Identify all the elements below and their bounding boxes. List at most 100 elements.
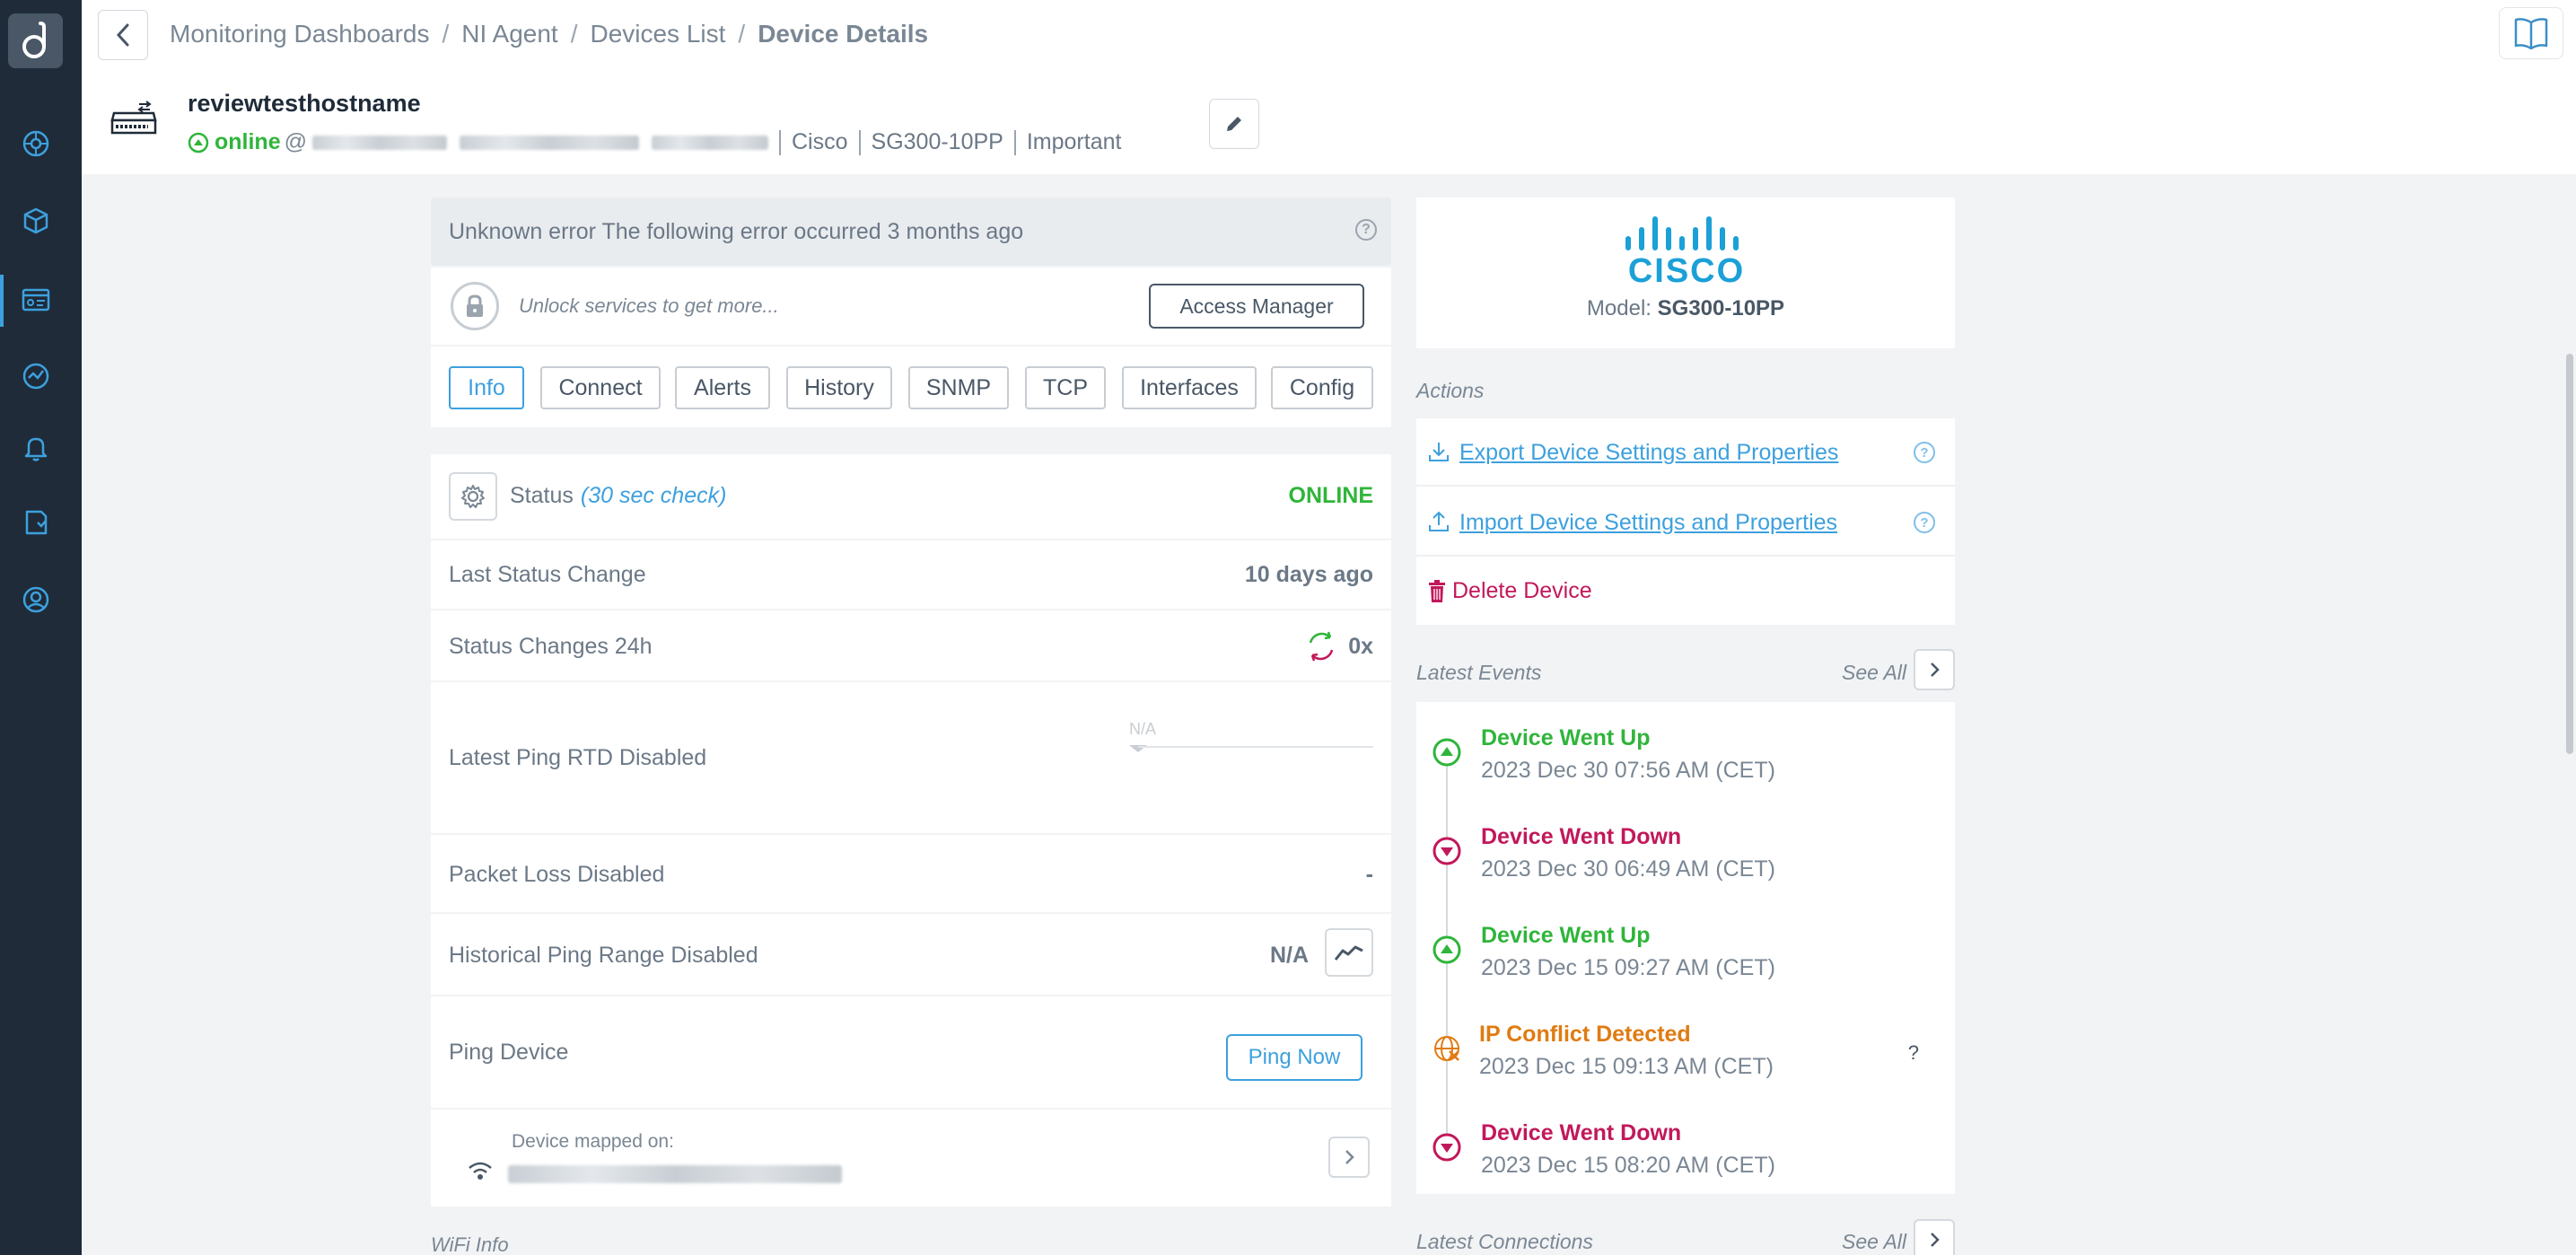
cisco-logo: CISCO	[1625, 216, 1745, 285]
status-changes-value: 0x	[1348, 634, 1373, 659]
ping-now-button[interactable]: Ping Now	[1226, 1034, 1362, 1081]
nav-network-icon[interactable]	[20, 127, 52, 160]
gear-icon[interactable]	[449, 472, 497, 521]
status-check-interval: (30 sec check)	[580, 483, 727, 508]
event-item[interactable]: Device Went Up 2023 Dec 30 07:56 AM (CET…	[1416, 722, 1955, 794]
tab-snmp[interactable]: SNMP	[908, 366, 1009, 409]
historical-ping-value: N/A	[1269, 943, 1309, 968]
tab-connect[interactable]: Connect	[540, 366, 661, 409]
event-item[interactable]: Device Went Down 2023 Dec 30 06:49 AM (C…	[1416, 821, 1955, 892]
vendor-model: Model: SG300-10PP	[1416, 296, 1955, 321]
lock-icon	[451, 282, 499, 330]
tab-info[interactable]: Info	[449, 366, 524, 409]
device-importance: Important	[1026, 129, 1122, 154]
historical-ping-row: Historical Ping Range Disabled N/A	[431, 914, 1391, 995]
device-model: SG300-10PP	[871, 129, 1003, 154]
nav-monitor-icon[interactable]	[20, 360, 52, 392]
cisco-logo-text: CISCO	[1628, 252, 1745, 285]
event-item[interactable]: IP Conflict Detected 2023 Dec 15 09:13 A…	[1416, 1018, 1955, 1090]
model-prefix: Model:	[1586, 296, 1652, 320]
import-row: Import Device Settings and Properties ?	[1416, 488, 1955, 557]
import-help-icon[interactable]: ?	[1914, 512, 1935, 533]
device-meta: online @ Cisco SG300-10PP Important	[188, 129, 1121, 155]
docs-button[interactable]	[2499, 7, 2563, 59]
export-row: Export Device Settings and Properties ?	[1416, 418, 1955, 487]
error-help-icon[interactable]: ?	[1355, 219, 1377, 241]
chevron-right-icon	[1931, 663, 1940, 677]
connections-see-all-link[interactable]: See All	[1842, 1230, 1906, 1254]
event-time: 2023 Dec 30 07:56 AM (CET)	[1481, 758, 1775, 783]
last-status-change-row: Last Status Change 10 days ago	[431, 540, 1391, 609]
event-item[interactable]: Device Went Down 2023 Dec 15 08:20 AM (C…	[1416, 1117, 1955, 1189]
chevron-right-icon	[1931, 1233, 1940, 1247]
breadcrumb-item-ni-agent[interactable]: NI Agent	[461, 20, 557, 48]
connections-see-all-button[interactable]	[1914, 1219, 1955, 1255]
latest-ping-row: Latest Ping RTD Disabled N/A	[431, 682, 1391, 833]
latest-ping-label: Latest Ping RTD Disabled	[449, 745, 707, 770]
error-text: Unknown error The following error occurr…	[449, 219, 1024, 244]
breadcrumb-separator: /	[738, 20, 746, 48]
latest-events-card: Device Went Up 2023 Dec 30 07:56 AM (CET…	[1416, 702, 1955, 1194]
event-down-icon	[1433, 1133, 1461, 1162]
export-help-icon[interactable]: ?	[1914, 442, 1935, 463]
breadcrumb-item-devices-list[interactable]: Devices List	[590, 20, 725, 48]
breadcrumb: Monitoring Dashboards / NI Agent / Devices L…	[170, 20, 928, 48]
status-row: Status (30 sec check) ONLINE	[431, 454, 1391, 539]
breadcrumb-current: Device Details	[758, 20, 929, 48]
mapped-open-button[interactable]	[1328, 1137, 1370, 1178]
pencil-icon	[1227, 117, 1241, 131]
device-vendor: Cisco	[792, 129, 848, 154]
tab-interfaces[interactable]: Interfaces	[1122, 366, 1257, 409]
device-status: online	[215, 129, 281, 154]
event-title: Device Went Down	[1481, 1120, 1682, 1145]
download-icon	[1429, 443, 1449, 461]
scrollbar-thumb[interactable]	[2566, 354, 2573, 754]
delete-device-link[interactable]: Delete Device	[1452, 578, 1592, 604]
chart-trend-icon[interactable]	[1325, 928, 1373, 977]
device-mapped-label: Device mapped on:	[512, 1131, 674, 1152]
page-scrollbar[interactable]	[2563, 174, 2576, 1255]
nav-bell-icon[interactable]	[20, 432, 52, 464]
latest-connections-title: Latest Connections	[1416, 1230, 1593, 1253]
status-changes-label: Status Changes 24h	[449, 634, 653, 659]
tab-alerts[interactable]: Alerts	[675, 366, 770, 409]
back-button[interactable]	[98, 10, 148, 60]
switch-device-icon	[109, 101, 159, 141]
mapped-network-redacted	[508, 1165, 842, 1183]
nav-devices-icon[interactable]	[20, 284, 52, 316]
event-title: IP Conflict Detected	[1479, 1022, 1691, 1047]
device-tabs: Info Connect Alerts History SNMP TCP Int…	[431, 347, 1391, 427]
conflict-help-icon[interactable]: ?	[1908, 1041, 1919, 1065]
tab-history[interactable]: History	[786, 366, 892, 409]
events-see-all-link[interactable]: See All	[1842, 661, 1906, 685]
nav-user-icon[interactable]	[20, 584, 52, 616]
left-nav	[0, 0, 82, 1255]
event-time: 2023 Dec 15 08:20 AM (CET)	[1481, 1153, 1775, 1178]
latest-ping-chart-na: N/A	[1129, 720, 1157, 738]
historical-ping-label: Historical Ping Range Disabled	[449, 943, 758, 968]
nav-report-icon[interactable]	[20, 506, 52, 539]
model-value: SG300-10PP	[1657, 296, 1785, 320]
unlock-text: Unlock services to get more...	[519, 294, 779, 317]
app-logo[interactable]	[8, 13, 63, 68]
import-settings-link[interactable]: Import Device Settings and Properties	[1459, 510, 1837, 536]
latest-ping-chart	[1129, 745, 1373, 752]
breadcrumb-separator: /	[442, 20, 450, 48]
access-manager-button[interactable]: Access Manager	[1149, 284, 1364, 329]
device-ip-prefix: @	[284, 129, 307, 154]
event-down-icon	[1433, 837, 1461, 865]
events-see-all-button[interactable]	[1914, 649, 1955, 690]
edit-device-button[interactable]	[1209, 99, 1259, 149]
event-up-icon	[1433, 935, 1461, 964]
event-title: Device Went Down	[1481, 824, 1682, 849]
export-settings-link[interactable]: Export Device Settings and Properties	[1459, 440, 1838, 466]
upload-icon	[1429, 511, 1449, 531]
tab-config[interactable]: Config	[1271, 366, 1373, 409]
event-up-icon	[1433, 738, 1461, 767]
event-time: 2023 Dec 30 06:49 AM (CET)	[1481, 856, 1775, 882]
tab-tcp[interactable]: TCP	[1025, 366, 1106, 409]
nav-cubes-icon[interactable]	[20, 205, 52, 237]
wifi-info-title: WiFi Info	[431, 1233, 509, 1255]
breadcrumb-item-monitoring-dashboards[interactable]: Monitoring Dashboards	[170, 20, 430, 48]
event-item[interactable]: Device Went Up 2023 Dec 15 09:27 AM (CET…	[1416, 919, 1955, 991]
